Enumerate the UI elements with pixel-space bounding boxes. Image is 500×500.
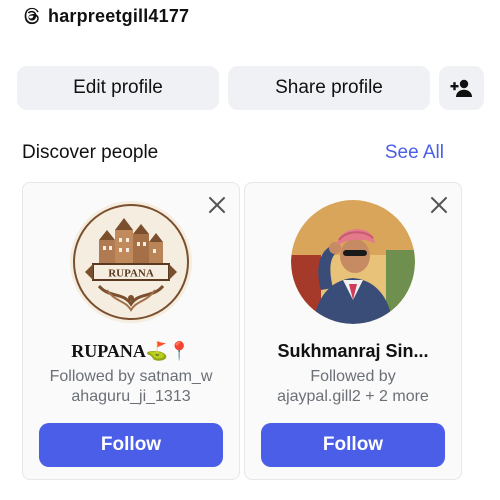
avatar-logo-text: RUPANA [108,268,154,280]
followed-by-line: ahaguru_ji_1313 [71,388,191,405]
followed-by-line: ajaypal.gill2 + 2 more [277,388,429,405]
add-person-icon [450,79,472,97]
avatar[interactable] [291,200,415,324]
followed-by-text: Followed by ajaypal.gill2 + 2 more [255,367,451,407]
followed-by-line: Followed by [310,368,396,385]
close-icon[interactable] [429,195,449,215]
threads-icon [24,7,39,25]
follow-button[interactable]: Follow [261,423,445,467]
edit-profile-button[interactable]: Edit profile [17,66,219,110]
suggested-user-name: Sukhmanraj Sin... [277,341,429,361]
follow-button[interactable]: Follow [39,423,223,467]
avatar[interactable]: RUPANA [69,200,193,324]
profile-header: harpreetgill4177 [22,3,189,29]
see-all-link[interactable]: See All [385,142,444,164]
add-friend-button[interactable] [439,66,484,110]
username: harpreetgill4177 [48,5,190,26]
share-profile-button[interactable]: Share profile [228,66,430,110]
close-icon[interactable] [207,195,227,215]
profile-actions: Edit profile Share profile [17,66,484,110]
suggested-user-name: RUPANA⛳📍 [71,341,191,361]
suggestion-card: RUPANA RUPANA⛳📍 Followed by satnam_w aha… [22,182,240,480]
followed-by-line: Followed by satnam_w [49,368,213,385]
suggestion-card: Sukhmanraj Sin... Followed by ajaypal.gi… [244,182,462,480]
followed-by-text: Followed by satnam_w ahaguru_ji_1313 [33,367,229,407]
discover-people-heading: Discover people [22,142,159,163]
